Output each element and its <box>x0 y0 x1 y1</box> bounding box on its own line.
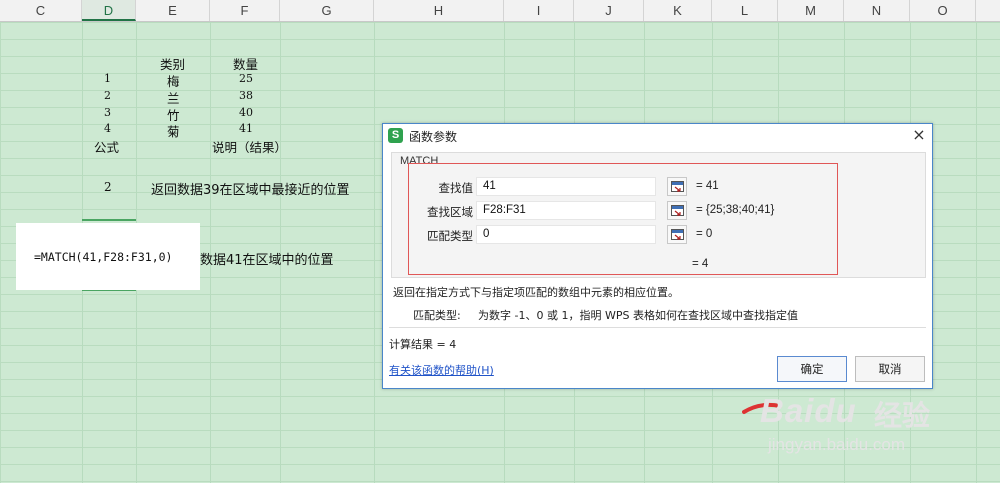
watermark-label: 经验 <box>874 399 931 432</box>
param-description-label: 匹配类型: <box>413 309 461 322</box>
dialog-title-bar[interactable]: S 函数参数 × <box>383 124 932 148</box>
column-header-l[interactable]: L <box>712 0 778 21</box>
column-header-f[interactable]: F <box>210 0 280 21</box>
cell-result-value[interactable]: 2 <box>104 180 112 194</box>
cell-result-description[interactable]: 返回数据39在区域中最接近的位置 <box>151 179 350 198</box>
param-description: 为数字 -1、0 或 1，指明 WPS 表格如何在查找区域中查找指定值 <box>478 309 798 322</box>
calculation-result: 计算结果 = 4 <box>389 338 457 351</box>
cell-index[interactable]: 3 <box>104 106 111 119</box>
cell-description-header[interactable]: 说明（结果） <box>212 137 287 156</box>
column-header-bar: C D E F G H I J K L M N O <box>0 0 1000 22</box>
column-header-m[interactable]: M <box>778 0 844 21</box>
cell-index[interactable]: 1 <box>104 72 111 85</box>
grid-line <box>976 22 977 483</box>
watermark-brand: Baidu <box>760 392 857 429</box>
cell-formula-text[interactable]: =MATCH(41,F28:F31,0) <box>34 250 172 264</box>
column-header-c[interactable]: C <box>0 0 82 21</box>
cell-quantity[interactable]: 41 <box>239 122 253 135</box>
column-header-h[interactable]: H <box>374 0 504 21</box>
wps-logo-icon: S <box>388 128 403 143</box>
cell-formula-header[interactable]: 公式 <box>94 137 119 156</box>
column-header-i[interactable]: I <box>504 0 574 21</box>
cell-index[interactable]: 2 <box>104 89 111 102</box>
cell-index[interactable]: 4 <box>104 122 111 135</box>
annotation-highlight-box <box>408 163 838 275</box>
selection-border <box>82 219 136 221</box>
function-help-link[interactable]: 有关该函数的帮助(H) <box>389 362 494 378</box>
column-header-e[interactable]: E <box>136 0 210 21</box>
divider <box>389 327 926 328</box>
grid-line <box>374 22 375 483</box>
column-header-d[interactable]: D <box>82 0 136 21</box>
dialog-title: 函数参数 <box>409 130 458 144</box>
cell-result-description-2[interactable]: 数据41在区域中的位置 <box>200 249 334 268</box>
cell-quantity[interactable]: 25 <box>239 72 253 85</box>
cell-quantity[interactable]: 38 <box>239 89 253 102</box>
column-header-k[interactable]: K <box>644 0 712 21</box>
cell-quantity[interactable]: 40 <box>239 106 253 119</box>
ok-button[interactable]: 确定 <box>777 356 847 382</box>
cell-header-quantity[interactable]: 数量 <box>233 54 258 73</box>
cell-category[interactable]: 菊 <box>167 121 180 140</box>
close-button[interactable]: × <box>909 125 929 145</box>
watermark-url: jingyan.baidu.com <box>768 435 906 454</box>
column-header-n[interactable]: N <box>844 0 910 21</box>
column-header-g[interactable]: G <box>280 0 374 21</box>
column-header-o[interactable]: O <box>910 0 976 21</box>
function-description: 返回在指定方式下与指定项匹配的数组中元素的相应位置。 <box>393 286 679 299</box>
column-header-j[interactable]: J <box>574 0 644 21</box>
cancel-button[interactable]: 取消 <box>855 356 925 382</box>
